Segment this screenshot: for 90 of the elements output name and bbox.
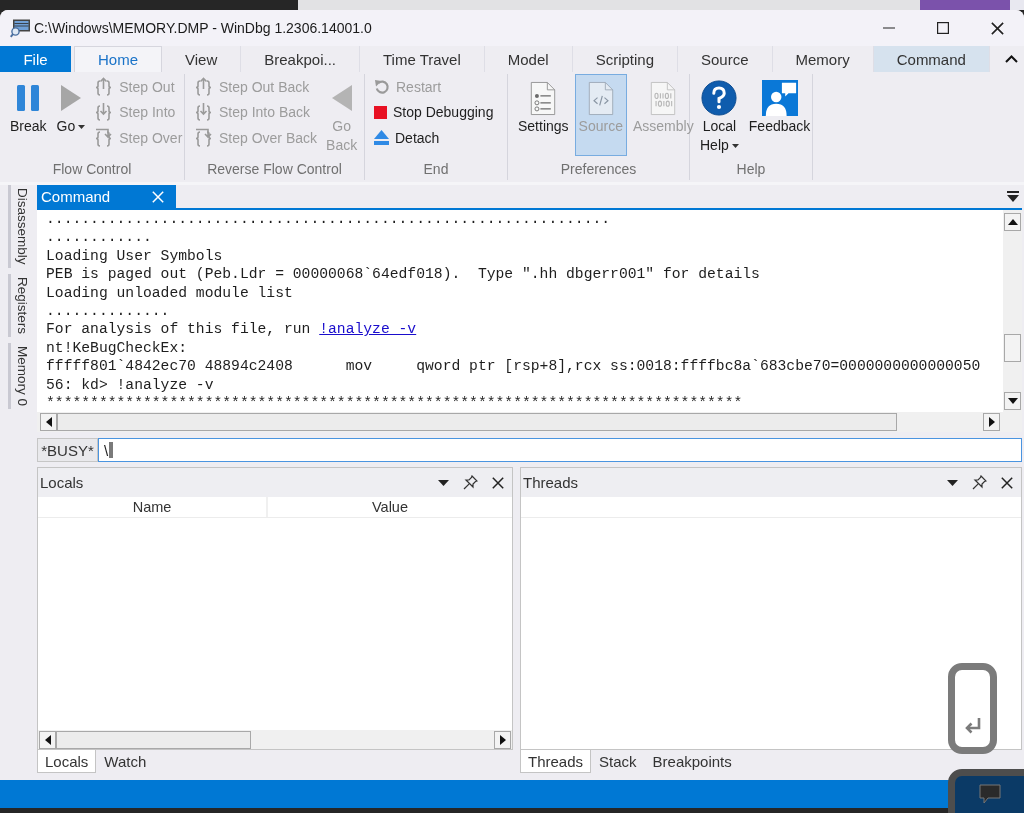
panel-tab[interactable]: Threads bbox=[520, 750, 592, 773]
output-line: .............. bbox=[46, 301, 171, 321]
output-line: fffff801`4842ec70 48894c2408 mov qword ptr [rsp+8],rcx ss:0018:ffffbc8a`683cbe70=0000000000000050 bbox=[46, 357, 982, 376]
stop-icon bbox=[374, 105, 387, 119]
panel-tab[interactable]: Watch bbox=[96, 750, 155, 773]
triangle-left-icon bbox=[44, 734, 51, 745]
side-tab[interactable]: Disassembly bbox=[8, 185, 32, 268]
binary-document-icon bbox=[650, 80, 677, 116]
command-input[interactable]: \ bbox=[98, 438, 1022, 462]
ribbon-button[interactable]: Detach bbox=[371, 125, 497, 151]
ribbon-button[interactable]: Stop Debugging bbox=[371, 99, 497, 125]
help-icon bbox=[701, 80, 738, 116]
minimize-icon bbox=[883, 27, 895, 29]
ribbon-button[interactable]: Feedback bbox=[744, 74, 815, 156]
list-document-icon bbox=[530, 80, 557, 116]
enter-key-button[interactable] bbox=[948, 663, 997, 754]
scroll-up-button[interactable] bbox=[1004, 213, 1021, 231]
braces-arrow-icon bbox=[194, 76, 213, 97]
triangle-left-icon bbox=[45, 417, 52, 427]
caret-down-icon[interactable] bbox=[438, 479, 449, 486]
braces-arrow-icon bbox=[94, 76, 114, 97]
dropdown-menu-icon[interactable] bbox=[1007, 191, 1019, 202]
caret-down-icon bbox=[731, 143, 739, 148]
caret-down-icon bbox=[78, 124, 86, 129]
group-label: Reverse Flow Control bbox=[206, 160, 343, 179]
braces-arrow-icon bbox=[194, 127, 213, 148]
output-line: For analysis of this file, run !analyze -v bbox=[46, 320, 418, 339]
scroll-left-button[interactable] bbox=[40, 413, 57, 431]
scroll-right-button[interactable] bbox=[494, 730, 511, 749]
output-line: Loading User Symbols bbox=[46, 246, 224, 266]
braces-arrow-icon bbox=[94, 102, 114, 123]
monitor-magnifier-icon bbox=[10, 18, 31, 38]
output-line: ............ bbox=[46, 228, 153, 247]
scroll-right-button[interactable] bbox=[983, 413, 1000, 431]
close-icon[interactable] bbox=[1001, 476, 1013, 489]
group-label: Help bbox=[735, 160, 767, 179]
panel-title: Threads bbox=[523, 474, 579, 491]
chevron-up-icon bbox=[1004, 55, 1018, 63]
ribbon-button[interactable]: Settings bbox=[514, 74, 573, 156]
side-tab[interactable]: Memory 0 bbox=[8, 342, 32, 409]
panel-tab[interactable]: Locals bbox=[37, 750, 97, 773]
play-icon bbox=[60, 85, 81, 111]
file-menu-tab[interactable]: File bbox=[0, 46, 71, 72]
close-icon bbox=[990, 21, 1004, 35]
window-title: C:\Windows\MEMORY.DMP - WinDbg 1.2306.14001.0 bbox=[34, 20, 372, 36]
pin-icon[interactable] bbox=[972, 475, 987, 490]
pause-icon bbox=[17, 85, 40, 111]
pin-icon[interactable] bbox=[463, 475, 478, 490]
eject-icon bbox=[374, 130, 389, 146]
prompt-status: *BUSY* bbox=[37, 438, 98, 462]
ribbon-tab[interactable]: Home bbox=[74, 46, 162, 72]
ribbon-button[interactable]: Go bbox=[52, 74, 90, 156]
command-link[interactable]: !analyze -v bbox=[319, 321, 417, 338]
scroll-down-button[interactable] bbox=[1004, 392, 1021, 410]
ribbon-button[interactable]: Local Help bbox=[696, 74, 743, 156]
text-cursor bbox=[109, 442, 114, 458]
scroll-left-button[interactable] bbox=[39, 730, 56, 749]
panel-title: Locals bbox=[40, 474, 84, 491]
maximize-icon bbox=[937, 22, 949, 34]
panel-tab[interactable]: Stack bbox=[591, 750, 645, 773]
ribbon-tab[interactable]: Command bbox=[873, 46, 990, 72]
close-icon[interactable] bbox=[492, 476, 504, 489]
group-label: Preferences bbox=[559, 160, 638, 179]
command-tab[interactable]: Command bbox=[37, 185, 176, 208]
side-tab[interactable]: Registers bbox=[8, 273, 32, 337]
triangle-right-icon bbox=[499, 734, 506, 745]
ribbon-button[interactable]: Break bbox=[6, 74, 51, 156]
group-label: End bbox=[422, 160, 450, 179]
triangle-right-icon bbox=[988, 417, 995, 427]
speech-bubble-icon bbox=[979, 784, 1001, 804]
left-triangle-icon bbox=[331, 85, 352, 111]
restart-icon bbox=[374, 78, 390, 95]
caret-down-icon[interactable] bbox=[947, 479, 958, 486]
output-line: ................................................................ bbox=[46, 210, 612, 229]
output-line: nt!KeBugCheckEx: bbox=[46, 338, 189, 358]
output-line: ******************************************************************************* bbox=[46, 393, 744, 412]
braces-arrow-icon bbox=[194, 102, 213, 123]
code-document-icon bbox=[587, 80, 614, 116]
output-line: PEB is paged out (Peb.Ldr = 00000068`64edf018). Type ".hh dbgerr001" for details bbox=[46, 265, 761, 284]
triangle-up-icon bbox=[1007, 219, 1018, 225]
feedback-icon bbox=[761, 80, 798, 116]
output-line: Loading unloaded module list bbox=[46, 283, 294, 302]
output-line: 56: kd> !analyze -v bbox=[46, 375, 215, 394]
scrollbar-thumb[interactable] bbox=[57, 413, 897, 431]
triangle-down-icon bbox=[1007, 398, 1018, 404]
scrollbar-thumb[interactable] bbox=[56, 730, 251, 749]
scrollbar-thumb[interactable] bbox=[1004, 334, 1021, 362]
group-label: Flow Control bbox=[51, 160, 133, 179]
braces-arrow-icon bbox=[94, 127, 114, 148]
panel-tab[interactable]: Breakpoints bbox=[644, 750, 740, 773]
